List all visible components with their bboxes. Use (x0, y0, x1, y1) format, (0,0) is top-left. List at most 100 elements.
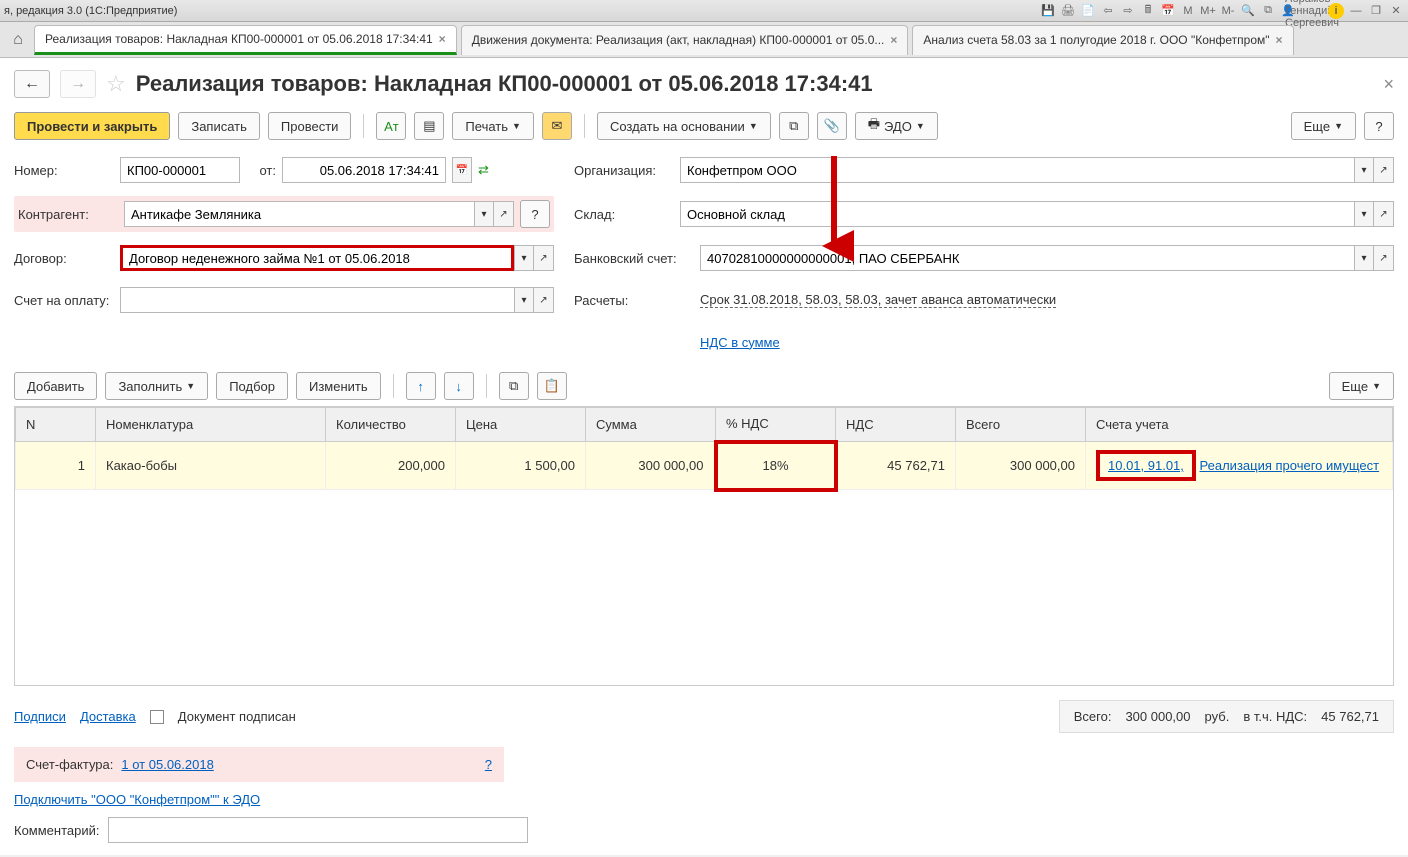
select-button[interactable]: Подбор (216, 372, 288, 400)
dropdown-icon[interactable]: ▾ (1354, 245, 1374, 271)
create-based-button[interactable]: Создать на основании▼ (597, 112, 771, 140)
edo-button[interactable]: 🖶 ЭДО ▼ (855, 112, 938, 140)
back-button[interactable]: ← (14, 70, 50, 98)
col-n[interactable]: N (16, 408, 96, 442)
col-price[interactable]: Цена (456, 408, 586, 442)
doc-signed-checkbox[interactable] (150, 710, 164, 724)
col-vatp[interactable]: % НДС (716, 408, 836, 442)
open-icon[interactable]: ↗ (534, 245, 554, 271)
number-input[interactable] (120, 157, 240, 183)
col-vat[interactable]: НДС (836, 408, 956, 442)
forward-button[interactable]: → (60, 70, 96, 98)
print-button[interactable]: Печать▼ (452, 112, 534, 140)
cell-vat[interactable]: 45 762,71 (836, 442, 956, 490)
attach-icon[interactable]: Aт (376, 112, 406, 140)
cell-qty[interactable]: 200,000 (326, 442, 456, 490)
dropdown-icon[interactable]: ▾ (514, 245, 534, 271)
m-icon[interactable]: M (1180, 3, 1196, 19)
calculations-link[interactable]: Срок 31.08.2018, 58.03, 58.03, зачет ава… (700, 292, 1056, 308)
dropdown-icon[interactable]: ▾ (474, 201, 494, 227)
tab-analysis[interactable]: Анализ счета 58.03 за 1 полугодие 2018 г… (912, 25, 1293, 55)
maximize-icon[interactable]: ❐ (1368, 3, 1384, 19)
counterparty-input[interactable] (124, 201, 474, 227)
more-button[interactable]: Еще ▼ (1291, 112, 1356, 140)
m-minus-icon[interactable]: M- (1220, 3, 1236, 19)
table-row[interactable]: 1 Какао-бобы 200,000 1 500,00 300 000,00… (16, 442, 1393, 490)
change-button[interactable]: Изменить (296, 372, 381, 400)
date-input[interactable] (282, 157, 446, 183)
accounts-tail[interactable]: Реализация прочего имущест (1200, 458, 1380, 473)
open-icon[interactable]: ↗ (1374, 245, 1394, 271)
open-icon[interactable]: ↗ (494, 201, 514, 227)
cell-vat-percent[interactable]: 18% (716, 442, 836, 490)
warehouse-input[interactable] (680, 201, 1354, 227)
pay-input[interactable] (120, 287, 514, 313)
invoice-help[interactable]: ? (485, 757, 492, 772)
mail-icon[interactable]: ✉ (542, 112, 572, 140)
cell-n[interactable]: 1 (16, 442, 96, 490)
tab-close-icon[interactable]: × (1276, 33, 1283, 47)
bank-input[interactable] (700, 245, 1354, 271)
move-down-icon[interactable]: ↓ (444, 372, 474, 400)
tab-close-icon[interactable]: × (439, 32, 446, 46)
counterparty-help[interactable]: ? (520, 200, 550, 228)
structure-icon[interactable]: ▤ (414, 112, 444, 140)
move-up-icon[interactable]: ↑ (406, 372, 436, 400)
tab-movements[interactable]: Движения документа: Реализация (акт, нак… (461, 25, 909, 55)
org-input[interactable] (680, 157, 1354, 183)
col-acc[interactable]: Счета учета (1086, 408, 1393, 442)
home-icon[interactable]: ⌂ (6, 28, 30, 52)
save-button[interactable]: Записать (178, 112, 260, 140)
calendar-icon[interactable]: 📅 (452, 157, 472, 183)
accounts-link[interactable]: 10.01, 91.01, (1096, 450, 1196, 481)
nav-next-icon[interactable]: ⇨ (1120, 3, 1136, 19)
open-icon[interactable]: ↗ (534, 287, 554, 313)
m-plus-icon[interactable]: M+ (1200, 3, 1216, 19)
link-icon[interactable]: ⧉ (779, 112, 809, 140)
vat-mode-link[interactable]: НДС в сумме (700, 335, 780, 350)
col-qty[interactable]: Количество (326, 408, 456, 442)
post-button[interactable]: Провести (268, 112, 352, 140)
calc-icon[interactable]: 🖩 (1140, 3, 1156, 19)
dropdown-icon[interactable]: ▾ (1354, 201, 1374, 227)
nav-prev-icon[interactable]: ⇦ (1100, 3, 1116, 19)
paste-icon[interactable]: 📋 (537, 372, 567, 400)
signatures-link[interactable]: Подписи (14, 709, 66, 724)
contract-input[interactable] (120, 245, 514, 271)
dropdown-icon[interactable]: ▾ (514, 287, 534, 313)
add-row-button[interactable]: Добавить (14, 372, 97, 400)
print-icon[interactable]: 🖨 (1060, 3, 1076, 19)
copy-icon[interactable]: ⧉ (499, 372, 529, 400)
favorite-icon[interactable]: ☆ (106, 71, 126, 97)
post-close-button[interactable]: Провести и закрыть (14, 112, 170, 140)
scan-icon[interactable]: 📄 (1080, 3, 1096, 19)
open-icon[interactable]: ↗ (1374, 201, 1394, 227)
clip-icon[interactable]: 📎 (817, 112, 847, 140)
connect-edo-link[interactable]: Подключить "ООО "Конфетпром"" к ЭДО (14, 792, 260, 807)
zoom-icon[interactable]: 🔍 (1240, 3, 1256, 19)
invoice-link[interactable]: 1 от 05.06.2018 (121, 757, 213, 772)
save-icon[interactable]: 💾 (1040, 3, 1056, 19)
close-icon[interactable]: ✕ (1388, 3, 1404, 19)
calendar-icon[interactable]: 📅 (1160, 3, 1176, 19)
minimize-icon[interactable]: — (1348, 3, 1364, 19)
col-total[interactable]: Всего (956, 408, 1086, 442)
cell-total[interactable]: 300 000,00 (956, 442, 1086, 490)
cell-accounts[interactable]: 10.01, 91.01, Реализация прочего имущест (1086, 442, 1393, 490)
info-icon[interactable]: i (1328, 3, 1344, 19)
tab-document[interactable]: Реализация товаров: Накладная КП00-00000… (34, 25, 457, 55)
windows-icon[interactable]: ⧉ (1260, 3, 1276, 19)
user-name[interactable]: Абрамов Геннадий Сергеевич (1304, 3, 1320, 19)
open-icon[interactable]: ↗ (1374, 157, 1394, 183)
dropdown-icon[interactable]: ▾ (1354, 157, 1374, 183)
cell-nom[interactable]: Какао-бобы (96, 442, 326, 490)
cell-sum[interactable]: 300 000,00 (586, 442, 716, 490)
cell-price[interactable]: 1 500,00 (456, 442, 586, 490)
col-sum[interactable]: Сумма (586, 408, 716, 442)
page-close-icon[interactable]: × (1383, 74, 1394, 95)
help-button[interactable]: ? (1364, 112, 1394, 140)
items-table-wrap[interactable]: N Номенклатура Количество Цена Сумма % Н… (14, 406, 1394, 686)
tab-close-icon[interactable]: × (890, 33, 897, 47)
fill-button[interactable]: Заполнить ▼ (105, 372, 208, 400)
table-more-button[interactable]: Еще ▼ (1329, 372, 1394, 400)
